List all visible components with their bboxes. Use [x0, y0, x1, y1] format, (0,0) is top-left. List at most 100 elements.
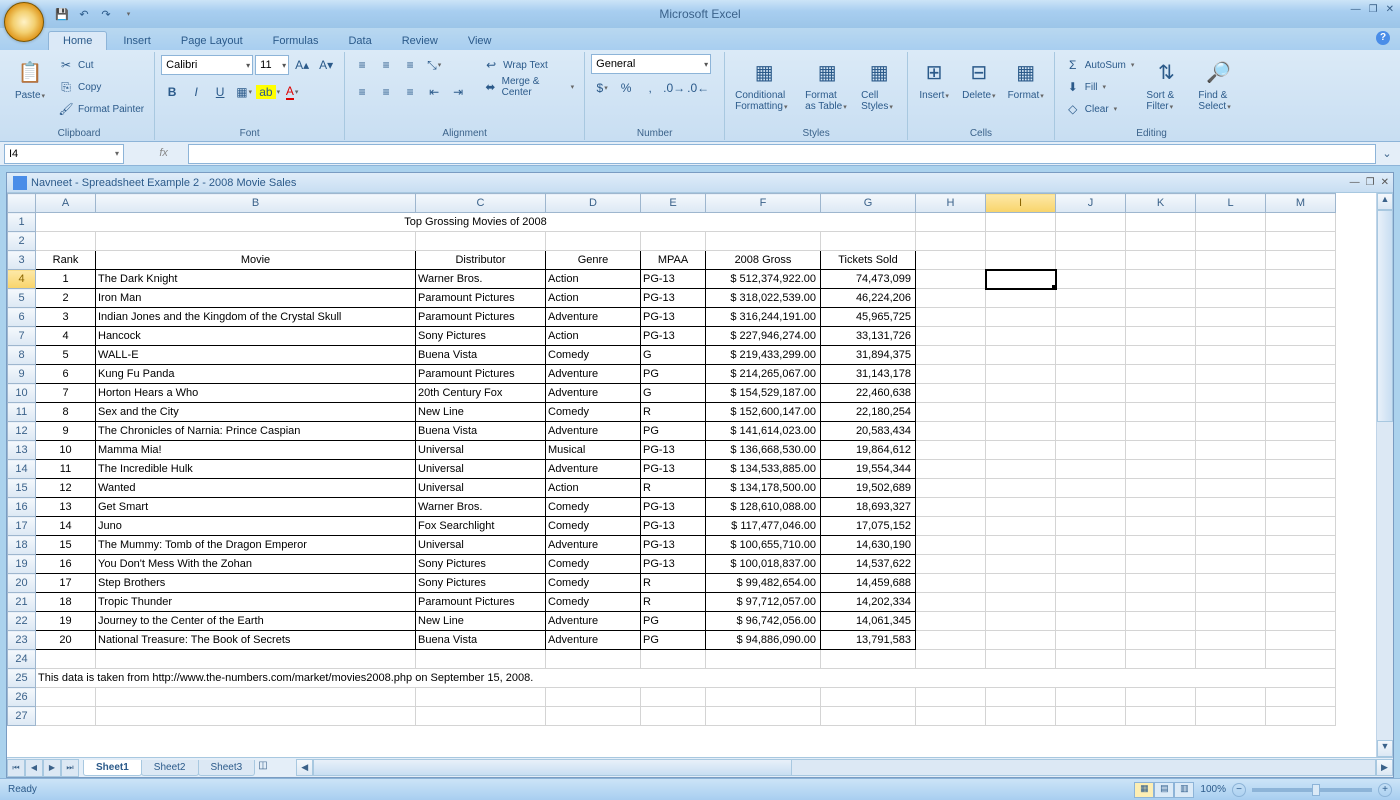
cell-A19[interactable]: 16 [36, 555, 96, 574]
increase-indent-icon[interactable]: ⇥ [447, 81, 469, 103]
fx-icon[interactable]: fx [159, 147, 168, 160]
row-header-23[interactable]: 23 [8, 631, 36, 650]
cell-L14[interactable] [1196, 460, 1266, 479]
cell-B16[interactable]: Get Smart [96, 498, 416, 517]
cell-K3[interactable] [1126, 251, 1196, 270]
cell-A1[interactable]: Top Grossing Movies of 2008 [36, 213, 916, 232]
cell-I11[interactable] [986, 403, 1056, 422]
cell-L19[interactable] [1196, 555, 1266, 574]
cell-B23[interactable]: National Treasure: The Book of Secrets [96, 631, 416, 650]
cell-K12[interactable] [1126, 422, 1196, 441]
row-header-5[interactable]: 5 [8, 289, 36, 308]
cell-G16[interactable]: 18,693,327 [821, 498, 916, 517]
cell-L6[interactable] [1196, 308, 1266, 327]
cell-C10[interactable]: 20th Century Fox [416, 384, 546, 403]
cell-M3[interactable] [1266, 251, 1336, 270]
cell-F4[interactable]: $ 512,374,922.00 [706, 270, 821, 289]
row-header-21[interactable]: 21 [8, 593, 36, 612]
normal-view-icon[interactable]: ▦ [1134, 782, 1154, 798]
cell-D24[interactable] [546, 650, 641, 669]
cell-F11[interactable]: $ 152,600,147.00 [706, 403, 821, 422]
cell-D4[interactable]: Action [546, 270, 641, 289]
cell-A7[interactable]: 4 [36, 327, 96, 346]
cell-D13[interactable]: Musical [546, 441, 641, 460]
cell-D3[interactable]: Genre [546, 251, 641, 270]
col-header-A[interactable]: A [36, 194, 96, 213]
row-header-24[interactable]: 24 [8, 650, 36, 669]
cell-I23[interactable] [986, 631, 1056, 650]
tab-home[interactable]: Home [48, 31, 107, 50]
tab-page-layout[interactable]: Page Layout [167, 32, 257, 50]
cell-F22[interactable]: $ 96,742,056.00 [706, 612, 821, 631]
cell-F2[interactable] [706, 232, 821, 251]
cell-I1[interactable] [986, 213, 1056, 232]
number-format-combobox[interactable]: General [591, 54, 711, 74]
row-header-8[interactable]: 8 [8, 346, 36, 365]
cell-L1[interactable] [1196, 213, 1266, 232]
cell-C11[interactable]: New Line [416, 403, 546, 422]
cell-L20[interactable] [1196, 574, 1266, 593]
wb-minimize-icon[interactable]: — [1350, 177, 1360, 188]
cell-G6[interactable]: 45,965,725 [821, 308, 916, 327]
wrap-text-button[interactable]: ↩Wrap Text [479, 54, 578, 76]
undo-icon[interactable]: ↶ [74, 4, 94, 24]
cell-I4[interactable] [986, 270, 1056, 289]
cell-D17[interactable]: Comedy [546, 517, 641, 536]
cell-G15[interactable]: 19,502,689 [821, 479, 916, 498]
cell-G17[interactable]: 17,075,152 [821, 517, 916, 536]
cell-J19[interactable] [1056, 555, 1126, 574]
cell-H11[interactable] [916, 403, 986, 422]
cell-J23[interactable] [1056, 631, 1126, 650]
vertical-scrollbar[interactable]: ▲ ▼ [1376, 193, 1393, 757]
last-sheet-icon[interactable]: ⏭ [61, 759, 79, 777]
cell-M24[interactable] [1266, 650, 1336, 669]
cell-J21[interactable] [1056, 593, 1126, 612]
cell-A18[interactable]: 15 [36, 536, 96, 555]
cell-D8[interactable]: Comedy [546, 346, 641, 365]
cell-H7[interactable] [916, 327, 986, 346]
cell-L12[interactable] [1196, 422, 1266, 441]
cell-I6[interactable] [986, 308, 1056, 327]
cell-K14[interactable] [1126, 460, 1196, 479]
wb-close-icon[interactable]: ✕ [1381, 177, 1389, 188]
cell-A26[interactable] [36, 688, 96, 707]
help-icon[interactable]: ? [1376, 31, 1390, 45]
cell-C6[interactable]: Paramount Pictures [416, 308, 546, 327]
cell-M1[interactable] [1266, 213, 1336, 232]
font-size-combobox[interactable]: 11 [255, 55, 289, 75]
spreadsheet-grid[interactable]: ABCDEFGHIJKLM1Top Grossing Movies of 200… [7, 193, 1336, 726]
cell-G12[interactable]: 20,583,434 [821, 422, 916, 441]
cell-G11[interactable]: 22,180,254 [821, 403, 916, 422]
cell-A5[interactable]: 2 [36, 289, 96, 308]
cell-B17[interactable]: Juno [96, 517, 416, 536]
cell-I3[interactable] [986, 251, 1056, 270]
cell-J18[interactable] [1056, 536, 1126, 555]
align-left-icon[interactable]: ≡ [351, 81, 373, 103]
tab-view[interactable]: View [454, 32, 506, 50]
cell-L3[interactable] [1196, 251, 1266, 270]
cell-L10[interactable] [1196, 384, 1266, 403]
cell-H20[interactable] [916, 574, 986, 593]
cell-E14[interactable]: PG-13 [641, 460, 706, 479]
cell-K1[interactable] [1126, 213, 1196, 232]
col-header-C[interactable]: C [416, 194, 546, 213]
cell-H4[interactable] [916, 270, 986, 289]
cell-B18[interactable]: The Mummy: Tomb of the Dragon Emperor [96, 536, 416, 555]
cell-L21[interactable] [1196, 593, 1266, 612]
redo-icon[interactable]: ↷ [96, 4, 116, 24]
cell-A21[interactable]: 18 [36, 593, 96, 612]
grow-font-icon[interactable]: A▴ [291, 54, 313, 76]
cell-M26[interactable] [1266, 688, 1336, 707]
cell-G21[interactable]: 14,202,334 [821, 593, 916, 612]
cut-button[interactable]: ✂Cut [54, 54, 148, 76]
cell-H12[interactable] [916, 422, 986, 441]
cell-D11[interactable]: Comedy [546, 403, 641, 422]
cell-F26[interactable] [706, 688, 821, 707]
cell-K7[interactable] [1126, 327, 1196, 346]
cell-K2[interactable] [1126, 232, 1196, 251]
fill-button[interactable]: ⬇Fill [1061, 76, 1139, 98]
cell-K24[interactable] [1126, 650, 1196, 669]
cell-C18[interactable]: Universal [416, 536, 546, 555]
tab-data[interactable]: Data [334, 32, 385, 50]
cell-C4[interactable]: Warner Bros. [416, 270, 546, 289]
